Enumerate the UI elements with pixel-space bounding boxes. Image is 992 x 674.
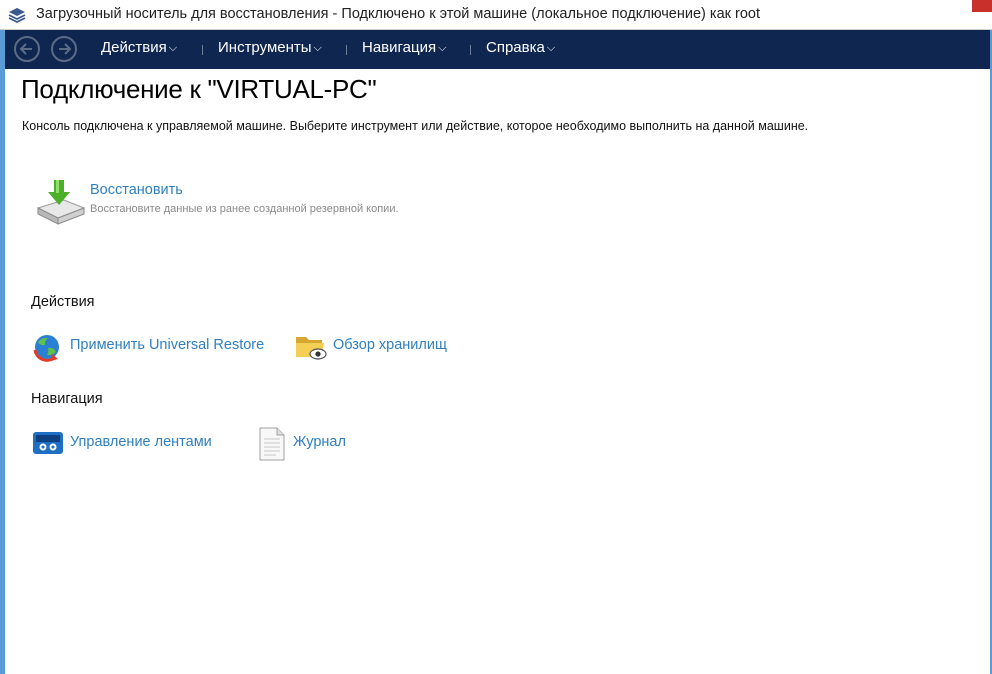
chevron-down-icon: ⌵ <box>438 42 447 54</box>
menu-separator <box>346 45 347 55</box>
window-title: Загрузочный носитель для восстановления … <box>36 6 760 22</box>
menu-help[interactable]: Справка ⌵ <box>486 39 555 56</box>
menu-tools[interactable]: Инструменты ⌵ <box>218 39 322 56</box>
chevron-down-icon: ⌵ <box>313 42 322 54</box>
log-link[interactable]: Журнал <box>293 434 346 450</box>
app-layers-icon <box>8 6 26 24</box>
menu-separator <box>470 45 471 55</box>
menu-navigation-label: Навигация <box>362 39 437 56</box>
menu-help-label: Справка <box>486 39 545 56</box>
universal-restore-icon[interactable] <box>32 332 62 367</box>
menu-actions-label: Действия <box>101 39 167 56</box>
tape-management-link[interactable]: Управление лентами <box>70 434 212 450</box>
chevron-down-icon: ⌵ <box>546 42 556 54</box>
arrow-left-icon <box>19 43 32 55</box>
tape-icon[interactable] <box>32 429 64 462</box>
page-title: Подключение к "VIRTUAL-PC" <box>21 74 377 104</box>
folder-eye-icon[interactable] <box>294 331 328 366</box>
section-heading-actions: Действия <box>31 294 95 310</box>
arrow-right-icon <box>59 43 72 55</box>
chevron-down-icon: ⌵ <box>168 42 178 54</box>
storage-browse-link[interactable]: Обзор хранилищ <box>333 337 447 353</box>
menu-bar: Действия ⌵ Инструменты ⌵ Навигация ⌵ Справк… <box>5 30 990 69</box>
restore-description: Восстановите данные из ранее созданной р… <box>90 203 399 215</box>
menu-navigation[interactable]: Навигация ⌵ <box>362 39 446 56</box>
window-frame-left <box>0 0 5 674</box>
restore-drive-icon[interactable] <box>34 178 86 226</box>
close-button[interactable] <box>972 0 992 12</box>
page-description: Консоль подключена к управляемой машине.… <box>22 119 809 133</box>
menu-tools-label: Инструменты <box>218 39 312 56</box>
menu-actions[interactable]: Действия ⌵ <box>101 39 177 56</box>
forward-button[interactable] <box>51 36 77 62</box>
restore-link[interactable]: Восстановить <box>90 182 183 198</box>
apply-universal-restore-link[interactable]: Применить Universal Restore <box>70 337 264 353</box>
back-button[interactable] <box>14 36 40 62</box>
menu-separator <box>202 45 203 55</box>
document-icon[interactable] <box>258 427 286 466</box>
section-heading-navigation: Навигация <box>31 391 103 407</box>
title-bar[interactable]: Загрузочный носитель для восстановления … <box>0 0 992 30</box>
